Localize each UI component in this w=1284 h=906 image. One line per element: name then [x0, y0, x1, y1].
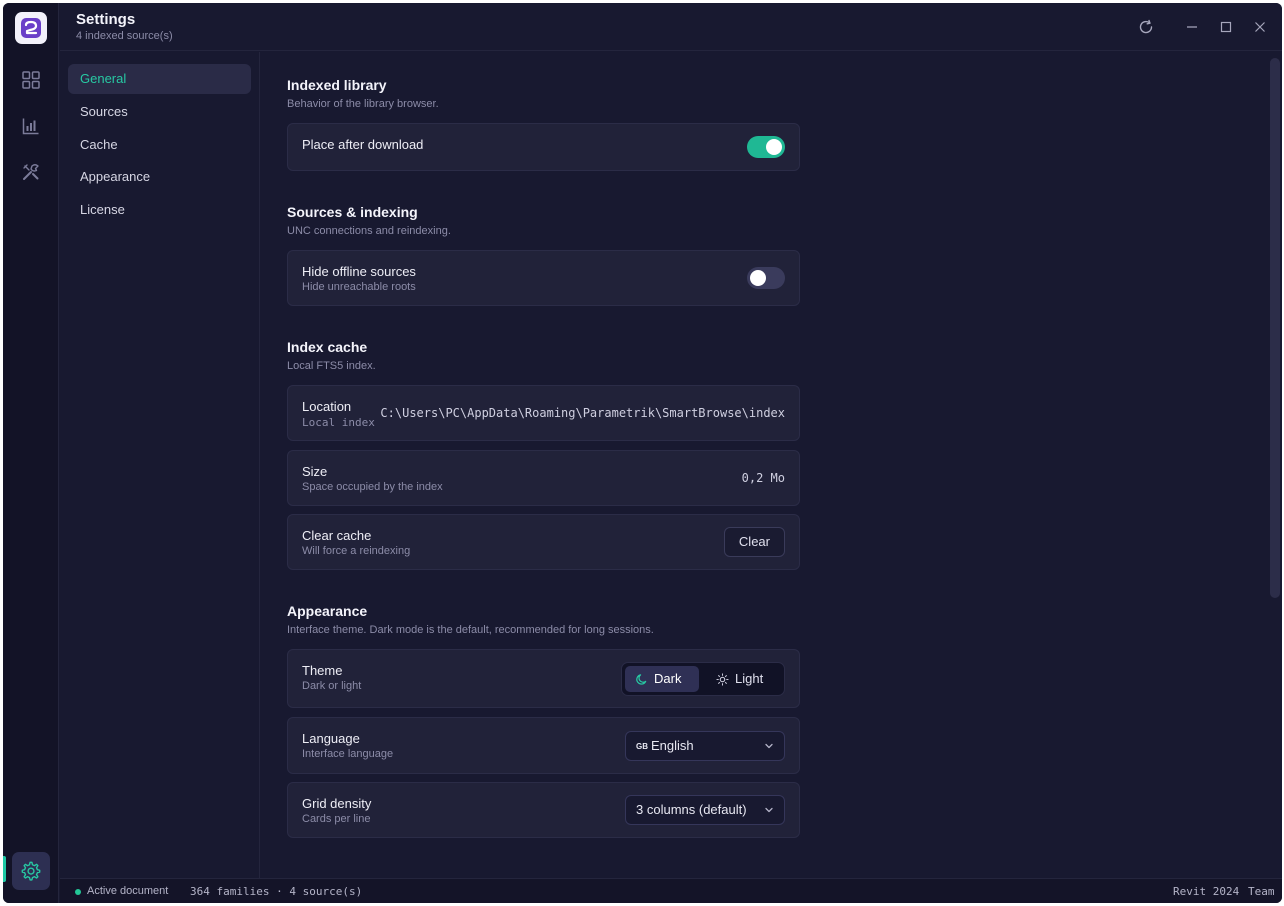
setting-label: Grid density: [302, 796, 372, 811]
moon-icon: [636, 673, 647, 685]
sun-icon: [716, 672, 729, 686]
flag-icon: GB: [636, 742, 648, 751]
title-bar: Settings 4 indexed source(s): [60, 3, 1282, 51]
chevron-down-icon: [765, 743, 773, 749]
setting-hint: Will force a reindexing: [302, 545, 411, 557]
families-count: 364 families · 4 source(s): [190, 885, 363, 898]
page-subtitle: 4 indexed source(s): [76, 30, 173, 42]
toggle-knob: [750, 270, 766, 286]
close-button[interactable]: [1250, 17, 1270, 37]
minimize-icon: [1187, 26, 1197, 28]
setting-theme: Theme Dark or light Dark Light: [287, 649, 800, 708]
theme-option-light[interactable]: Light: [706, 666, 782, 692]
section-title-indexed: Indexed library: [287, 77, 387, 93]
section-desc-appearance: Interface theme. Dark mode is the defaul…: [287, 624, 654, 636]
section-desc-sources: UNC connections and reindexing.: [287, 225, 451, 237]
setting-hint: Dark or light: [302, 680, 362, 692]
refresh-icon: [1139, 19, 1153, 34]
settings-content: Indexed library Behavior of the library …: [261, 52, 1266, 878]
rail-stats-button[interactable]: [15, 110, 47, 142]
tools-icon: [23, 164, 39, 180]
close-icon: [1255, 22, 1265, 32]
maximize-icon: [1220, 21, 1232, 33]
setting-clear-cache: Clear cache Will force a reindexing Clea…: [287, 514, 800, 570]
setting-hint: Hide unreachable roots: [302, 281, 416, 293]
setting-label: Language: [302, 731, 360, 746]
toggle-knob: [766, 139, 782, 155]
rail-library-button[interactable]: [15, 64, 47, 96]
nav-item-general[interactable]: General: [68, 64, 251, 94]
setting-cache-location: Location Local index C:\Users\PC\AppData…: [287, 385, 800, 441]
theme-option-label: Dark: [654, 671, 682, 686]
settings-icon: [21, 861, 41, 881]
setting-cache-size: Size Space occupied by the index 0,2 Mo: [287, 450, 800, 506]
section-desc-cache: Local FTS5 index.: [287, 360, 376, 372]
rail-tools-button[interactable]: [15, 156, 47, 188]
section-title-cache: Index cache: [287, 339, 368, 355]
logo-icon: [21, 18, 41, 38]
setting-label: Theme: [302, 663, 343, 678]
status-dot-icon: [75, 889, 81, 895]
rail-active-indicator: [3, 856, 6, 882]
place-after-download-toggle[interactable]: [747, 136, 785, 158]
setting-label: Place after download: [302, 137, 424, 152]
minimize-button[interactable]: [1182, 17, 1202, 37]
setting-place-after-download: Place after download: [287, 123, 800, 171]
setting-language: Language Interface language GB English: [287, 717, 800, 774]
refresh-button[interactable]: [1136, 17, 1156, 37]
maximize-button[interactable]: [1216, 17, 1236, 37]
nav-item-appearance[interactable]: Appearance: [68, 162, 251, 192]
chevron-down-icon: [765, 807, 773, 813]
chart-icon: [22, 118, 39, 135]
setting-label: Hide offline sources: [302, 264, 416, 279]
content-scrollbar[interactable]: [1270, 58, 1280, 598]
grid-density-value: 3 columns (default): [636, 802, 747, 817]
cache-location-value: C:\Users\PC\AppData\Roaming\Parametrik\S…: [380, 406, 785, 420]
theme-segmented-control: Dark Light: [621, 662, 785, 696]
clear-cache-button[interactable]: Clear: [723, 527, 785, 557]
section-title-appearance: Appearance: [287, 603, 368, 619]
setting-hint: Space occupied by the index: [302, 481, 443, 493]
active-document-status: Active document: [87, 885, 169, 897]
setting-hide-offline: Hide offline sources Hide unreachable ro…: [287, 250, 800, 306]
grid-density-select[interactable]: 3 columns (default): [625, 795, 785, 825]
settings-nav: General Sources Cache Appearance License: [60, 52, 260, 878]
app-logo[interactable]: [15, 12, 47, 44]
revit-version: Revit 2024: [1173, 885, 1240, 898]
nav-item-cache[interactable]: Cache: [68, 130, 251, 160]
setting-hint: Interface language: [302, 748, 394, 760]
hide-offline-toggle[interactable]: [747, 267, 785, 289]
nav-item-sources[interactable]: Sources: [68, 97, 251, 127]
app-window: Settings 4 indexed source(s) General Sou…: [3, 3, 1282, 903]
grid-icon: [22, 71, 40, 89]
setting-hint: Local index: [302, 416, 375, 429]
cache-size-value: 0,2 Mo: [741, 471, 785, 485]
setting-label: Clear cache: [302, 528, 372, 543]
language-value: English: [651, 738, 694, 753]
section-title-sources: Sources & indexing: [287, 204, 418, 220]
language-select[interactable]: GB English: [625, 731, 785, 761]
rail-settings-button[interactable]: [12, 852, 50, 890]
setting-hint: Cards per line: [302, 813, 371, 825]
nav-item-license[interactable]: License: [68, 195, 251, 225]
setting-label: Location: [302, 399, 352, 414]
setting-label: Size: [302, 464, 328, 479]
status-bar: Active document 364 families · 4 source(…: [60, 878, 1282, 903]
page-title: Settings: [76, 11, 136, 28]
license-plan: Team: [1248, 885, 1275, 898]
theme-option-label: Light: [735, 671, 764, 686]
setting-grid-density: Grid density Cards per line 3 columns (d…: [287, 782, 800, 838]
icon-rail: [3, 3, 59, 903]
theme-option-dark[interactable]: Dark: [625, 666, 699, 692]
section-desc-indexed: Behavior of the library browser.: [287, 98, 439, 110]
